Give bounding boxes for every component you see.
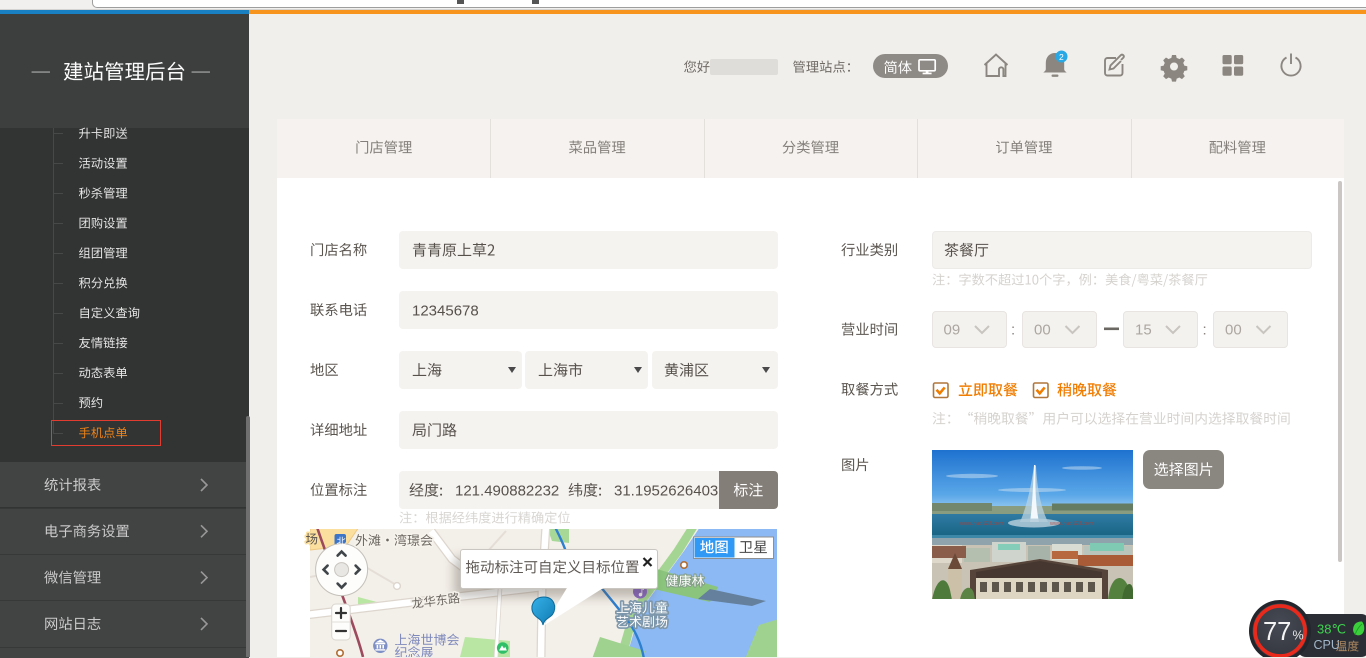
svg-text:www.hao123.com: www.hao123.com: [959, 521, 1004, 527]
svg-text:www.hao123.com: www.hao123.com: [1049, 521, 1094, 527]
svg-text:CPU: CPU: [1314, 638, 1340, 652]
svg-text:38℃: 38℃: [1317, 622, 1346, 637]
svg-text:%: %: [1293, 629, 1304, 643]
svg-text:77: 77: [1263, 618, 1291, 646]
svg-text:2: 2: [1059, 52, 1064, 62]
